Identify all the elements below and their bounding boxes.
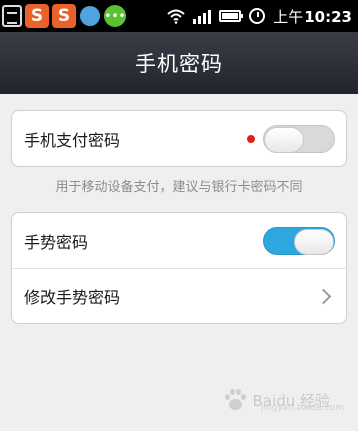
system-status: 上午10:23 [167, 3, 352, 29]
title-bar: 手机密码 [0, 32, 358, 94]
notification-icons: S S ••• [2, 3, 126, 29]
wechat-icon: ••• [104, 5, 126, 27]
watermark-url: jingyan.baidu.com [260, 403, 344, 413]
payment-password-switch[interactable] [263, 124, 335, 153]
switch-knob [264, 126, 304, 153]
modify-gesture-password-row[interactable]: 修改手势密码 [12, 268, 346, 323]
payment-password-label: 手机支付密码 [24, 130, 121, 150]
gesture-password-switch[interactable] [263, 226, 335, 255]
payment-password-controls [247, 124, 335, 153]
page-title: 手机密码 [135, 52, 223, 76]
alarm-icon [249, 8, 266, 24]
battery-icon [219, 10, 244, 22]
clipboard-icon [2, 5, 22, 27]
payment-password-card: 手机支付密码 [11, 110, 347, 167]
clock: 上午10:23 [273, 7, 352, 26]
gesture-password-label: 手势密码 [24, 232, 89, 252]
gesture-password-row[interactable]: 手势密码 [12, 213, 346, 268]
status-bar: S S ••• 上午10:23 [0, 0, 358, 32]
payment-password-hint: 用于移动设备支付，建议与银行卡密码不同 [55, 180, 303, 195]
sogou-s-icon: S [52, 4, 76, 28]
signal-icon [193, 8, 212, 24]
gesture-password-card: 手势密码 修改手势密码 [11, 212, 347, 324]
payment-password-row[interactable]: 手机支付密码 [12, 111, 346, 166]
new-indicator-dot [247, 134, 255, 143]
sogou-s-icon: S [25, 4, 49, 28]
baidu-watermark: Baidu 经验 [223, 380, 330, 420]
switch-knob [294, 228, 334, 255]
wifi-icon [167, 9, 185, 24]
qq-icon [79, 4, 101, 28]
chevron-right-icon [315, 288, 332, 304]
baidu-paw-icon [223, 388, 247, 412]
modify-gesture-password-label: 修改手势密码 [24, 288, 121, 307]
